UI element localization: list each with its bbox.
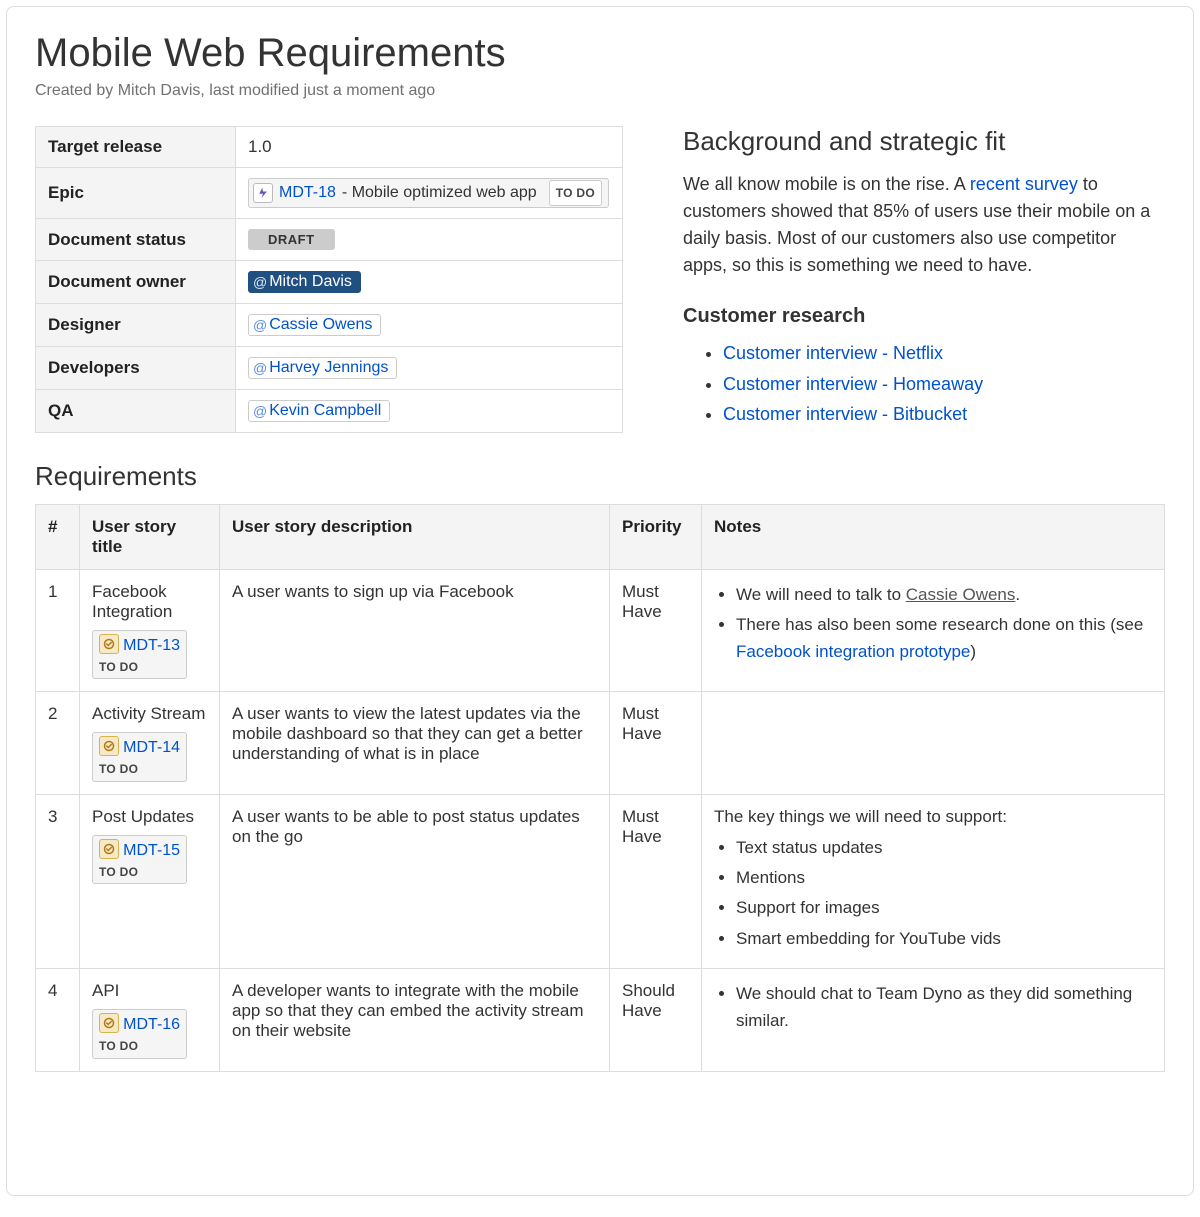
inline-mention[interactable]: Cassie Owens — [906, 585, 1016, 604]
meta-label-doc-status: Document status — [36, 219, 236, 261]
meta-label-designer: Designer — [36, 304, 236, 347]
story-issue-key: MDT-16 — [123, 1016, 180, 1033]
at-icon: @ — [253, 360, 267, 376]
row-notes — [702, 692, 1165, 794]
story-icon — [99, 1013, 119, 1033]
col-num: # — [36, 505, 80, 570]
row-num: 1 — [36, 570, 80, 692]
story-issue-badge[interactable]: MDT-15 TO DO — [92, 835, 187, 884]
story-issue-status: TO DO — [99, 660, 138, 676]
row-title: API MDT-16 TO DO — [80, 969, 220, 1071]
story-issue-badge[interactable]: MDT-14 TO DO — [92, 732, 187, 781]
at-icon: @ — [253, 403, 267, 419]
row-desc: A user wants to sign up via Facebook — [220, 570, 610, 692]
meta-label-target-release: Target release — [36, 127, 236, 168]
story-issue-badge[interactable]: MDT-13 TO DO — [92, 630, 187, 679]
meta-label-developers: Developers — [36, 347, 236, 390]
at-icon: @ — [253, 274, 267, 290]
meta-value-target-release: 1.0 — [236, 127, 623, 168]
background-paragraph: We all know mobile is on the rise. A rec… — [683, 171, 1165, 279]
row-title: Facebook Integration MDT-13 TO DO — [80, 570, 220, 692]
story-issue-status: TO DO — [99, 762, 138, 778]
row-priority: Must Have — [610, 570, 702, 692]
story-title: API — [92, 981, 207, 1001]
story-title: Activity Stream — [92, 704, 207, 724]
epic-issue-summary: - Mobile optimized web app — [342, 182, 537, 204]
epic-icon — [253, 183, 273, 203]
requirements-table: # User story title User story descriptio… — [35, 504, 1165, 1072]
row-priority: Must Have — [610, 692, 702, 794]
owner-mention[interactable]: @Mitch Davis — [248, 271, 361, 293]
research-link-list: Customer interview - Netflix Customer in… — [683, 338, 1165, 430]
doc-status-lozenge: DRAFT — [248, 229, 335, 250]
row-desc: A developer wants to integrate with the … — [220, 969, 610, 1071]
story-issue-key: MDT-13 — [123, 637, 180, 654]
story-icon — [99, 634, 119, 654]
table-row: 1 Facebook Integration MDT-13 TO DO A user … — [36, 570, 1165, 692]
epic-issue-badge[interactable]: MDT-18 - Mobile optimized web app TO DO — [248, 178, 609, 208]
background-heading: Background and strategic fit — [683, 126, 1165, 157]
meta-label-qa: QA — [36, 390, 236, 433]
meta-label-epic: Epic — [36, 168, 236, 219]
inline-link[interactable]: Facebook integration prototype — [736, 642, 970, 661]
table-row: 4 API MDT-16 TO DO A developer wants to int… — [36, 969, 1165, 1071]
row-notes: The key things we will need to support:T… — [702, 794, 1165, 968]
row-notes: We should chat to Team Dyno as they did … — [702, 969, 1165, 1071]
col-notes: Notes — [702, 505, 1165, 570]
row-desc: A user wants to be able to post status u… — [220, 794, 610, 968]
story-issue-key: MDT-14 — [123, 739, 180, 756]
research-link[interactable]: Customer interview - Homeaway — [723, 374, 983, 394]
col-priority: Priority — [610, 505, 702, 570]
story-issue-key: MDT-15 — [123, 842, 180, 859]
col-desc: User story description — [220, 505, 610, 570]
row-title: Activity Stream MDT-14 TO DO — [80, 692, 220, 794]
story-icon — [99, 839, 119, 859]
epic-issue-key: MDT-18 — [279, 182, 336, 204]
row-notes: We will need to talk to Cassie Owens.The… — [702, 570, 1165, 692]
story-issue-badge[interactable]: MDT-16 TO DO — [92, 1009, 187, 1058]
table-row: 3 Post Updates MDT-15 TO DO A user wants to… — [36, 794, 1165, 968]
story-issue-status: TO DO — [99, 865, 138, 881]
row-desc: A user wants to view the latest updates … — [220, 692, 610, 794]
at-icon: @ — [253, 317, 267, 333]
metadata-table: Target release 1.0 Epic MDT-18 - Mobile … — [35, 126, 623, 433]
story-title: Post Updates — [92, 807, 207, 827]
qa-mention[interactable]: @Kevin Campbell — [248, 400, 390, 422]
col-title: User story title — [80, 505, 220, 570]
row-priority: Should Have — [610, 969, 702, 1071]
byline: Created by Mitch Davis, last modified ju… — [35, 82, 1165, 100]
story-issue-status: TO DO — [99, 1039, 138, 1055]
customer-research-heading: Customer research — [683, 305, 1165, 328]
meta-label-owner: Document owner — [36, 261, 236, 304]
story-title: Facebook Integration — [92, 582, 207, 622]
designer-mention[interactable]: @Cassie Owens — [248, 314, 381, 336]
row-num: 3 — [36, 794, 80, 968]
epic-issue-status: TO DO — [549, 180, 602, 206]
story-icon — [99, 736, 119, 756]
recent-survey-link[interactable]: recent survey — [970, 174, 1078, 194]
page-title: Mobile Web Requirements — [35, 31, 1165, 76]
requirements-heading: Requirements — [35, 461, 1165, 492]
research-link[interactable]: Customer interview - Bitbucket — [723, 404, 967, 424]
developer-mention[interactable]: @Harvey Jennings — [248, 357, 397, 379]
row-priority: Must Have — [610, 794, 702, 968]
table-row: 2 Activity Stream MDT-14 TO DO A user wants… — [36, 692, 1165, 794]
research-link[interactable]: Customer interview - Netflix — [723, 343, 943, 363]
row-title: Post Updates MDT-15 TO DO — [80, 794, 220, 968]
row-num: 2 — [36, 692, 80, 794]
row-num: 4 — [36, 969, 80, 1071]
